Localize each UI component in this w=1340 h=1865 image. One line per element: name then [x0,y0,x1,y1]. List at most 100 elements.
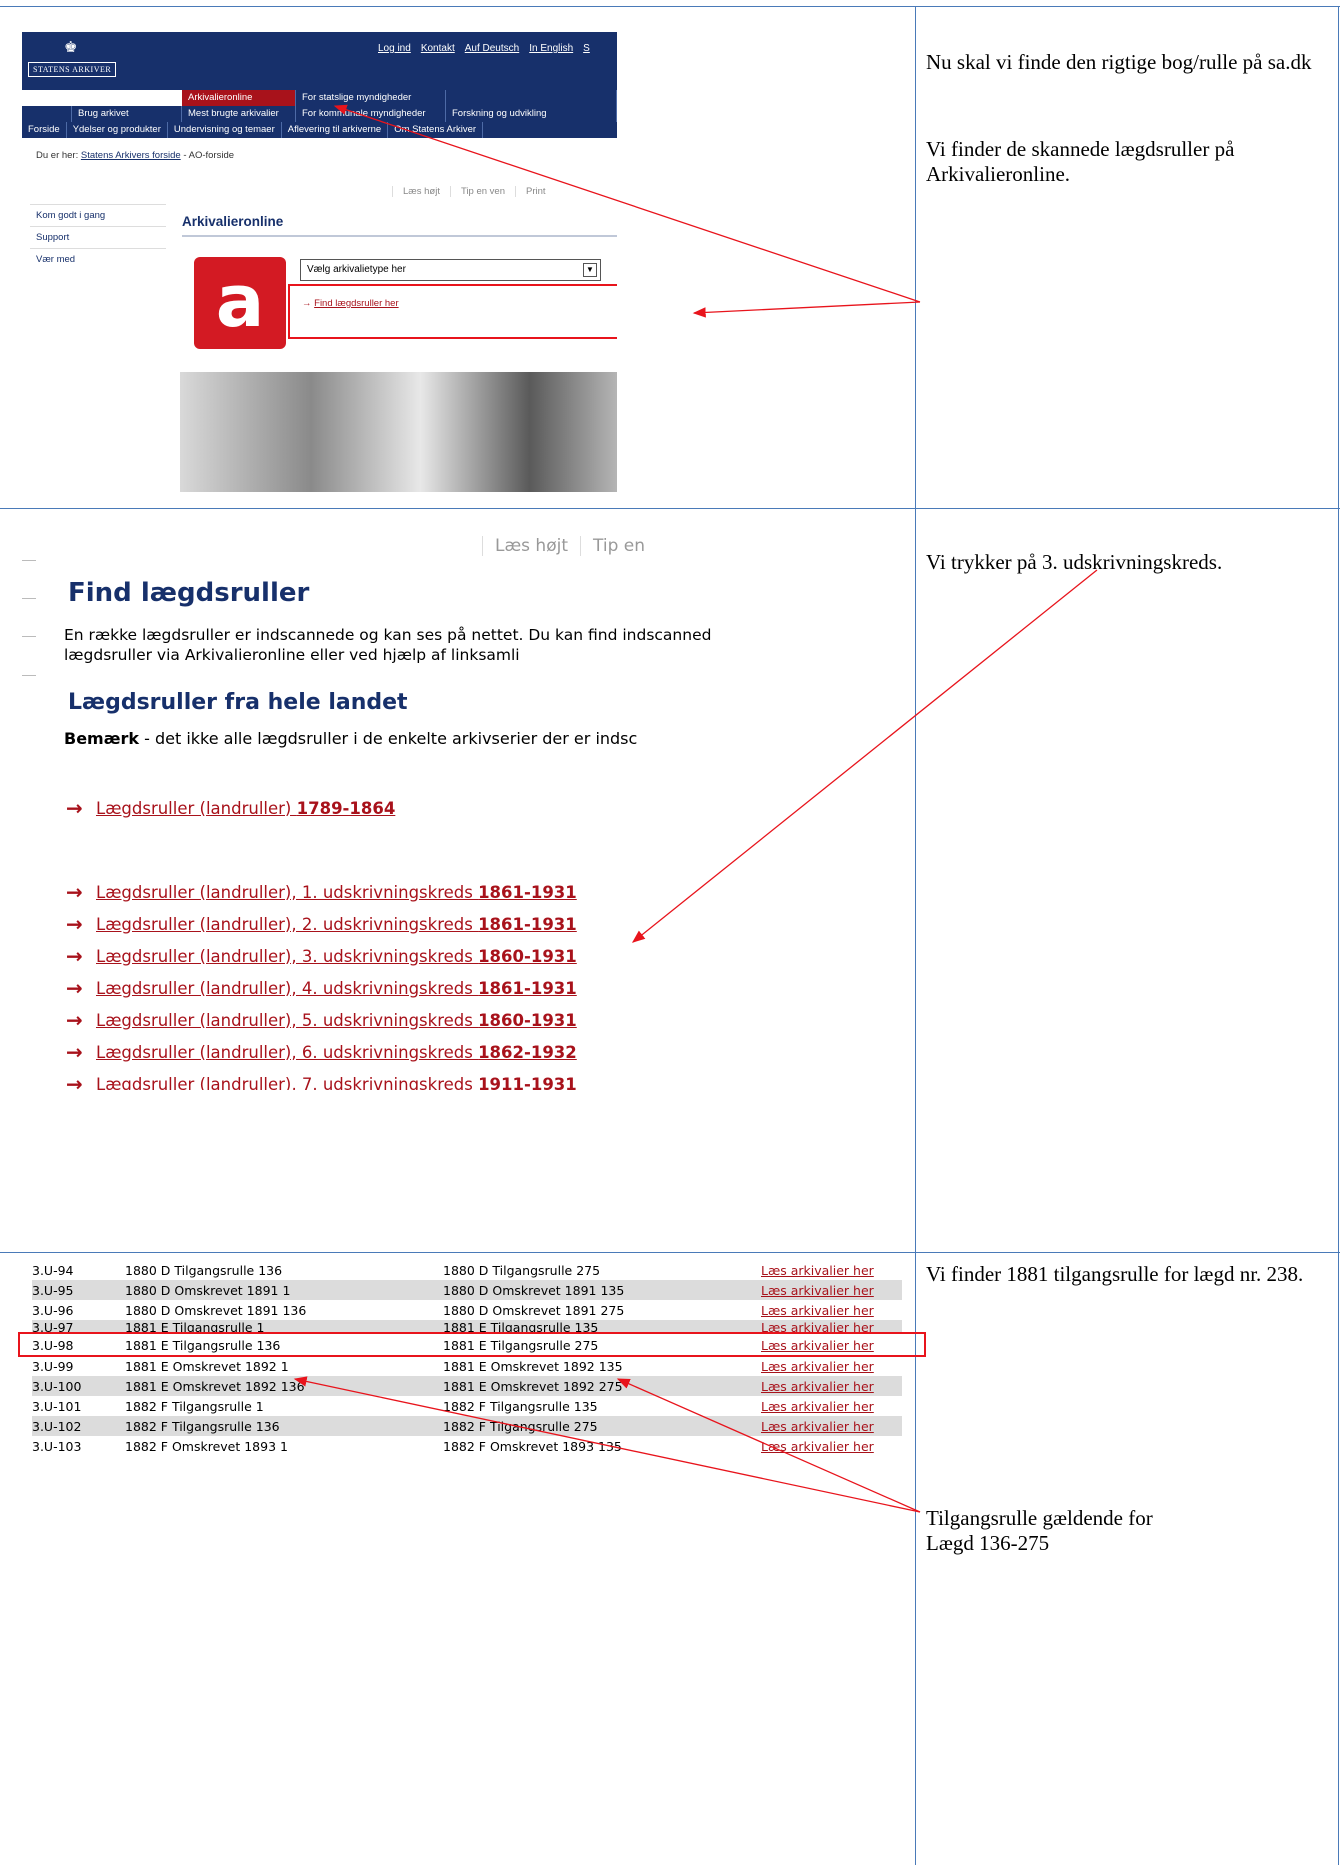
site-logo[interactable]: STATENS ARKIVER [28,62,117,77]
read-archive-link[interactable]: Læs arkivalier her [761,1379,874,1394]
nav-brug-arkivet[interactable]: Brug arkivet [72,106,182,122]
archive-type-select[interactable]: Vælg arkivalietype her ▼ [300,259,601,281]
read-aloud-button[interactable]: Læs højt [482,536,580,556]
list-item[interactable]: → Lægdsruller (landruller), 3. udskrivnin… [66,940,712,972]
list-item[interactable]: → Lægdsruller (landruller), 7. udskrivnin… [66,1068,712,1090]
nav-om[interactable]: Om Statens Arkiver [388,122,484,138]
arrow-right-icon: → [66,1040,83,1064]
read-aloud-button[interactable]: Læs højt [392,186,450,197]
arrow-right-icon: → [66,944,83,968]
nav-mest-brugte[interactable]: Mest brugte arkivalier [182,106,296,122]
arrow-right-icon: → [66,976,83,1000]
table-row: 3.U-94 1880 D Tilgangsrulle 136 1880 D Til… [32,1262,874,1278]
arrow-right-icon: → [66,1072,83,1090]
sidenav-item-kom-godt-i-gang[interactable]: Kom godt i gang [30,204,166,226]
find-laegdsruller-screenshot: Læs højt Tip en Find lægdsruller En rækk… [22,530,712,1090]
list-item[interactable]: → Lægdsruller (landruller), 5. udskrivnin… [66,1004,712,1036]
nav-forskning[interactable]: Forskning og udvikling [446,106,617,122]
nav-row-3: Forside Ydelser og produkter Undervisnin… [22,122,617,138]
note-panel3-bottom: Tilgangsrulle gældende for Lægd 136-275 [926,1506,1331,1556]
nav-spacer [22,106,72,122]
list-item[interactable]: → Lægdsruller (landruller), 4. udskrivnin… [66,972,712,1004]
kreds-6-link[interactable]: Lægdsruller (landruller), 6. udskrivning… [96,1043,577,1062]
note-line: Tilgangsrulle gældende for [926,1506,1153,1530]
breadcrumb-prefix: Du er her: [36,150,79,161]
read-archive-link[interactable]: Læs arkivalier her [761,1303,874,1318]
cut-link[interactable]: S [583,43,590,54]
read-archive-link[interactable]: Læs arkivalier her [761,1359,874,1374]
page-heading: Arkivalieronline [182,214,284,229]
read-archive-link[interactable]: Læs arkivalier her [761,1283,874,1298]
sidebar-divider [22,636,36,637]
arrow-right-icon: → [66,796,83,820]
column-divider [915,6,916,1865]
list-item[interactable]: → Lægdsruller (landruller), 1. udskrivnin… [66,876,712,908]
heading-rule [182,235,617,237]
tip-friend-button[interactable]: Tip en [580,536,657,556]
row-divider-1 [0,508,1340,509]
note-line: Lægd 136-275 [926,1531,1050,1556]
nav-kommunale[interactable]: For kommunale myndigheder [296,106,446,122]
nav-undervisning[interactable]: Undervisning og temaer [168,122,282,138]
family-photo [180,372,617,492]
print-button[interactable]: Print [514,186,556,197]
read-archive-link[interactable]: Læs arkivalier her [761,1399,874,1414]
sidenav-item-vaer-med[interactable]: Vær med [30,248,166,270]
kreds-2-link[interactable]: Lægdsruller (landruller), 2. udskrivning… [96,915,577,934]
breadcrumb: Du er her: Statens Arkivers forside - AO… [36,150,234,161]
kreds-7-link[interactable]: Lægdsruller (landruller), 7. udskrivning… [96,1075,577,1091]
remark-label: Bemærk [64,729,140,748]
login-link[interactable]: Log ind [378,43,411,54]
arkivalieronline-logo-icon: a [194,257,286,349]
english-link[interactable]: In English [529,43,573,54]
table-row: 3.U-95 1880 D Omskrevet 1891 1 1880 D Omsk… [32,1280,902,1300]
breadcrumb-current: - AO-forside [183,150,235,161]
site-header: ♚ STATENS ARKIVER Log ind Kontakt Auf De… [22,32,617,90]
note-panel1-b: Vi finder de skannede lægdsruller på Ark… [926,137,1235,187]
arrow-right-icon: → [66,912,83,936]
nav-empty [446,90,617,106]
nav-statslige[interactable]: For statslige myndigheder [296,90,446,106]
remark-text: Bemærk - det ikke alle lægdsruller i de … [64,729,637,748]
section-title: Lægdsruller fra hele landet [68,690,408,715]
laegdsruller-link[interactable]: Lægdsruller (landruller) 1789-1864 [96,799,395,818]
table-row: 3.U-99 1881 E Omskrevet 1892 1 1881 E Omsk… [32,1358,874,1374]
chevron-down-icon[interactable]: ▼ [583,263,597,277]
first-link-list: → Lægdsruller (landruller) 1789-1864 [66,792,712,824]
read-archive-link[interactable]: Læs arkivalier her [761,1419,874,1434]
table-row: 3.U-103 1882 F Omskrevet 1893 1 1882 F Oms… [32,1438,874,1454]
german-link[interactable]: Auf Deutsch [465,43,519,54]
page-toolbar: Læs højt Tip en ven Print [392,186,556,197]
laegdsruller-table-screenshot: 3.U-94 1880 D Tilgangsrulle 136 1880 D Til… [18,1252,926,1512]
nav-ydelser[interactable]: Ydelser og produkter [67,122,168,138]
read-archive-link[interactable]: Læs arkivalier her [761,1263,874,1278]
note-panel3-top: Vi finder 1881 tilgangsrulle for lægd nr… [926,1262,1304,1286]
list-item[interactable]: → Lægdsruller (landruller) 1789-1864 [66,792,712,824]
nav-arkivalieronline[interactable]: Arkivalieronline [182,90,296,106]
sidebar-divider [22,598,36,599]
nav-forside[interactable]: Forside [22,122,67,138]
read-archive-link[interactable]: Læs arkivalier her [761,1439,874,1454]
nav-aflevering[interactable]: Aflevering til arkiverne [282,122,389,138]
note-panel2: Vi trykker på 3. udskrivningskreds. [926,550,1223,574]
breadcrumb-home-link[interactable]: Statens Arkivers forside [81,150,181,161]
table-row: 3.U-101 1882 F Tilgangsrulle 1 1882 F Tilg… [32,1398,874,1414]
page-toolbar: Læs højt Tip en [482,536,657,556]
kreds-5-link[interactable]: Lægdsruller (landruller), 5. udskrivning… [96,1011,577,1030]
arrow-right-icon: → [66,1008,83,1032]
sidenav-item-support[interactable]: Support [30,226,166,248]
kreds-1-link[interactable]: Lægdsruller (landruller), 1. udskrivning… [96,883,577,902]
kreds-3-link[interactable]: Lægdsruller (landruller), 3. udskrivning… [96,947,577,966]
kreds-4-link[interactable]: Lægdsruller (landruller), 4. udskrivning… [96,979,577,998]
table-row: 3.U-102 1882 F Tilgangsrulle 136 1882 F Ti… [32,1416,902,1436]
list-item[interactable]: → Lægdsruller (landruller), 2. udskrivnin… [66,908,712,940]
contact-link[interactable]: Kontakt [421,43,455,54]
select-value: Vælg arkivalietype her [307,264,406,275]
udskrivningskreds-link-list: → Lægdsruller (landruller), 1. udskrivnin… [66,876,712,1090]
nav-row-2: Brug arkivet Mest brugte arkivalier For … [22,106,617,122]
right-border [1338,6,1339,1865]
tip-friend-button[interactable]: Tip en ven [449,186,515,197]
list-item[interactable]: → Lægdsruller (landruller), 6. udskrivnin… [66,1036,712,1068]
table-row: 3.U-96 1880 D Omskrevet 1891 136 1880 D Om… [32,1302,874,1318]
row-highlight-box [18,1332,926,1357]
